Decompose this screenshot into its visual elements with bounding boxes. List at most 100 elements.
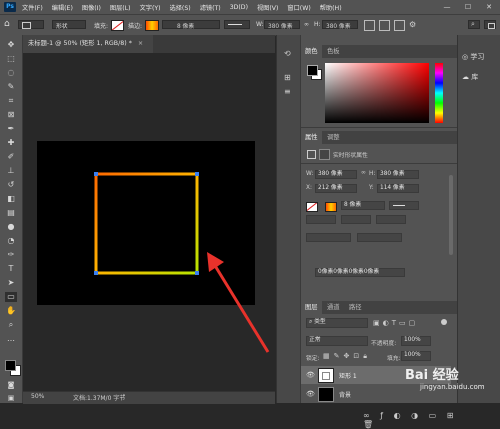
path-operations-icon[interactable] (364, 20, 375, 31)
anchor-handle-bottom-right[interactable] (195, 271, 199, 275)
library-panel-button[interactable]: ☁ 库 (462, 72, 478, 82)
settings-gear-icon[interactable]: ⚙ (409, 20, 418, 29)
eraser-tool-icon[interactable]: ◧ (5, 194, 17, 204)
anchor-handle-top-left[interactable] (94, 172, 98, 176)
frame-tool-icon[interactable]: ⊠ (5, 110, 17, 120)
tab-layers[interactable]: 图层 (301, 301, 322, 314)
learn-panel-button[interactable]: ◎ 学习 (462, 52, 484, 62)
maximize-button[interactable]: ☐ (458, 0, 478, 14)
prop-corner-radius-field[interactable]: 0像素0像素0像素0像素 (315, 268, 405, 277)
healing-brush-tool-icon[interactable]: ✚ (5, 138, 17, 148)
tab-close-icon[interactable]: × (138, 40, 143, 47)
quick-selection-tool-icon[interactable]: ✎ (5, 82, 17, 92)
filter-toggle-icon[interactable] (441, 319, 447, 325)
lasso-tool-icon[interactable]: ◌ (5, 68, 17, 78)
prop-x-field[interactable]: 212 像素 (315, 184, 357, 193)
status-expand-icon[interactable]: › (123, 392, 125, 399)
zoom-level[interactable]: 50% (31, 393, 44, 400)
crop-tool-icon[interactable]: ⌗ (5, 96, 17, 106)
mask-properties-icon[interactable] (319, 149, 330, 160)
prop-corner-tl[interactable] (306, 233, 351, 242)
anchor-handle-bottom-left[interactable] (94, 271, 98, 275)
properties-panel-icon[interactable]: ≡ (284, 87, 291, 96)
visibility-eye-icon[interactable]: 👁︎ (306, 390, 315, 398)
lock-options-icons[interactable]: ▦✎✥⊡🔒︎ (323, 352, 371, 361)
foreground-color[interactable] (307, 65, 318, 76)
shape-mode-select[interactable]: 形状 (52, 20, 86, 30)
menu-image[interactable]: 图像(I) (82, 3, 101, 12)
menu-3d[interactable]: 3D(D) (230, 4, 248, 11)
move-tool-icon[interactable]: ✥ (5, 40, 17, 50)
anchor-handle-top-right[interactable] (195, 172, 199, 176)
search-button[interactable]: ⌕ (468, 20, 480, 29)
tool-preset-picker[interactable] (18, 20, 44, 29)
prop-stroke-width-field[interactable]: 8 像素 (341, 201, 385, 210)
visibility-eye-icon[interactable]: 👁︎ (306, 371, 315, 379)
stroke-gradient-swatch[interactable] (145, 20, 159, 31)
gradient-tool-icon[interactable]: ▤ (5, 208, 17, 218)
rectangle-shape[interactable] (94, 172, 199, 275)
properties-scrollbar[interactable] (449, 175, 453, 255)
prop-stroke-caps-select[interactable] (341, 215, 371, 224)
link-icon[interactable]: ∞ (304, 21, 309, 28)
prop-stroke-corners-select[interactable] (376, 215, 406, 224)
layer-name[interactable]: 背景 (339, 390, 351, 399)
menu-file[interactable]: 文件(F) (22, 3, 43, 12)
prop-width-field[interactable]: 380 像素 (315, 170, 357, 179)
layers-bottom-toolbar[interactable]: ∞ ƒ ◐ ◑ ▭ ⊞ 🗑︎ (363, 411, 458, 429)
home-icon[interactable]: ⌂ (4, 19, 10, 29)
tab-adjustments[interactable]: 调整 (323, 131, 344, 144)
menu-layer[interactable]: 图层(L) (110, 3, 131, 12)
clone-stamp-tool-icon[interactable]: ⊥ (5, 166, 17, 176)
menu-help[interactable]: 帮助(H) (320, 3, 342, 12)
menu-type[interactable]: 文字(Y) (140, 3, 161, 12)
prop-fill-swatch[interactable] (306, 202, 318, 212)
opacity-field[interactable]: 100% (401, 336, 431, 346)
path-arrangement-icon[interactable] (394, 20, 405, 31)
path-alignment-icon[interactable] (379, 20, 390, 31)
width-field[interactable]: 380 像素 (264, 20, 300, 30)
menu-edit[interactable]: 编辑(E) (52, 3, 73, 12)
blur-tool-icon[interactable]: ● (5, 222, 17, 232)
blend-mode-select[interactable]: 正常 (306, 336, 368, 346)
prop-stroke-swatch[interactable] (325, 202, 337, 212)
prop-link-icon[interactable]: ∞ (361, 170, 366, 176)
layer-name[interactable]: 矩形 1 (339, 371, 357, 380)
tab-channels[interactable]: 通道 (323, 301, 344, 314)
zoom-tool-icon[interactable]: ⌕ (5, 320, 17, 330)
prop-stroke-type-select[interactable] (389, 201, 419, 210)
eyedropper-tool-icon[interactable]: ✒ (5, 124, 17, 134)
path-selection-tool-icon[interactable]: ➤ (5, 278, 17, 288)
pen-tool-icon[interactable]: ✑ (5, 250, 17, 260)
fill-swatch[interactable] (111, 20, 124, 31)
history-brush-tool-icon[interactable]: ↺ (5, 180, 17, 190)
stroke-type-select[interactable] (224, 20, 250, 29)
stroke-width-field[interactable]: 8 像素 (162, 20, 220, 30)
height-field[interactable]: 380 像素 (322, 20, 358, 30)
layer-filter-icons[interactable]: ▣◐T▭▢ (373, 319, 418, 327)
type-tool-icon[interactable]: T (5, 264, 17, 274)
tab-swatches[interactable]: 色板 (323, 45, 344, 58)
tab-color[interactable]: 颜色 (301, 45, 322, 58)
more-tools-icon[interactable]: … (5, 334, 17, 344)
hand-tool-icon[interactable]: ✋ (5, 306, 17, 316)
rectangle-tool-icon[interactable]: ▭ (5, 292, 17, 302)
tab-properties[interactable]: 属性 (301, 131, 322, 144)
color-picker-field[interactable] (325, 63, 429, 123)
prop-corner-tr[interactable] (357, 233, 402, 242)
history-panel-icon[interactable]: ⟲ (284, 49, 291, 58)
minimize-button[interactable]: — (437, 0, 457, 14)
layer-filter-select[interactable]: ⌕ 类型 (306, 318, 368, 328)
brush-tool-icon[interactable]: ✐ (5, 152, 17, 162)
document-tab[interactable]: 未标题-1 @ 50% (矩形 1, RGB/8) * × (23, 35, 153, 53)
quick-mask-icon[interactable]: ◙ (5, 380, 17, 390)
screen-mode-icon[interactable]: ▣ (5, 393, 17, 403)
adjustment-panel-icon[interactable]: ⊞ (284, 73, 291, 82)
prop-height-field[interactable]: 380 像素 (377, 170, 419, 179)
menu-filter[interactable]: 滤镜(T) (200, 3, 221, 12)
prop-y-field[interactable]: 114 像素 (377, 184, 419, 193)
menu-window[interactable]: 窗口(W) (287, 3, 310, 12)
marquee-tool-icon[interactable]: ⬚ (5, 54, 17, 64)
fill-field[interactable]: 100% (401, 351, 431, 361)
close-button[interactable]: ✕ (479, 0, 499, 14)
